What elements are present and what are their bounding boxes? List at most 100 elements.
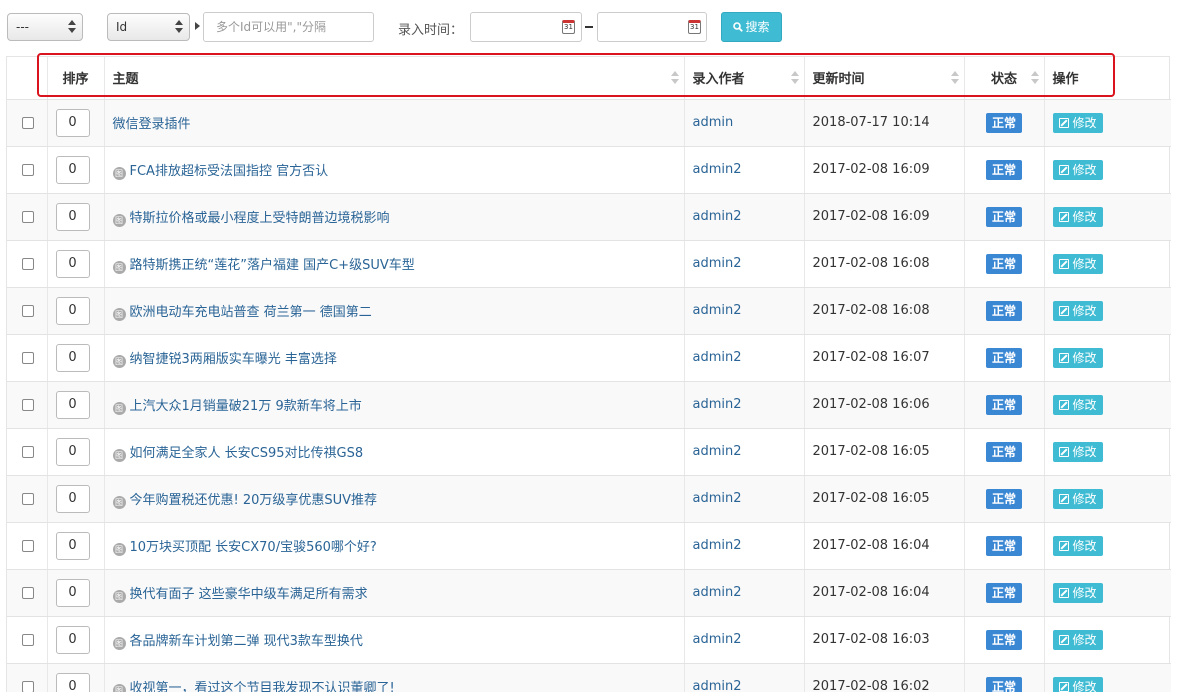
sort-icon[interactable] xyxy=(1030,71,1039,85)
author-link[interactable]: admin2 xyxy=(693,162,742,177)
status-badge[interactable]: 正常 xyxy=(985,488,1022,509)
order-input[interactable]: 0 xyxy=(55,625,90,654)
edit-button[interactable]: 修改 xyxy=(1052,535,1103,556)
edit-button[interactable]: 修改 xyxy=(1052,394,1103,415)
order-input[interactable]: 0 xyxy=(55,108,90,137)
order-input[interactable]: 0 xyxy=(55,578,90,607)
edit-button[interactable]: 修改 xyxy=(1052,441,1103,462)
author-link[interactable]: admin2 xyxy=(693,632,742,647)
order-input[interactable]: 0 xyxy=(55,672,90,692)
author-link[interactable]: admin xyxy=(693,115,734,130)
row-checkbox[interactable] xyxy=(22,163,34,176)
table-row: 0 图换代有面子 这些豪华中级车满足所有需求 admin2 2017-02-08 16… xyxy=(7,569,1171,617)
topic-column-header[interactable]: 主题 xyxy=(104,57,685,100)
author-cell: admin2 xyxy=(684,334,805,382)
row-checkbox[interactable] xyxy=(22,257,34,270)
row-checkbox[interactable] xyxy=(22,539,34,552)
status-badge[interactable]: 正常 xyxy=(985,629,1022,650)
topic-link[interactable]: 收视第一，看过这个节目我发现不认识董卿了! xyxy=(130,681,395,692)
search-button[interactable]: 搜索 xyxy=(721,12,782,42)
calendar-icon[interactable]: 31 xyxy=(688,20,701,34)
edit-button[interactable]: 修改 xyxy=(1052,300,1103,321)
status-badge[interactable]: 正常 xyxy=(985,112,1022,133)
row-checkbox[interactable] xyxy=(22,492,34,505)
updated-column-header[interactable]: 更新时间 xyxy=(804,57,965,100)
status-badge[interactable]: 正常 xyxy=(985,206,1022,227)
status-badge[interactable]: 正常 xyxy=(985,253,1022,274)
order-input[interactable]: 0 xyxy=(55,484,90,513)
sort-icon[interactable] xyxy=(670,71,679,85)
order-input[interactable]: 0 xyxy=(55,202,90,231)
topic-image-icon: 图 xyxy=(112,260,126,274)
status-column-header[interactable]: 状态 xyxy=(964,57,1045,100)
order-input[interactable]: 0 xyxy=(55,343,90,372)
author-link[interactable]: admin2 xyxy=(693,350,742,365)
order-input[interactable]: 0 xyxy=(55,155,90,184)
topic-link[interactable]: 10万块买顶配 长安CX70/宝骏560哪个好? xyxy=(130,540,377,555)
field-select[interactable]: Id xyxy=(107,13,190,41)
author-column-header[interactable]: 录入作者 xyxy=(684,57,805,100)
edit-icon xyxy=(1058,305,1069,316)
topic-link[interactable]: 欧洲电动车充电站普查 荷兰第一 德国第二 xyxy=(130,305,372,320)
row-checkbox[interactable] xyxy=(22,633,34,646)
topic-link[interactable]: 各品牌新车计划第二弹 现代3款车型换代 xyxy=(130,634,363,649)
order-input[interactable]: 0 xyxy=(55,437,90,466)
status-badge[interactable]: 正常 xyxy=(985,394,1022,415)
author-link[interactable]: admin2 xyxy=(693,538,742,553)
edit-button[interactable]: 修改 xyxy=(1052,676,1103,692)
status-badge[interactable]: 正常 xyxy=(985,441,1022,462)
date-to-input[interactable]: 31 xyxy=(597,12,707,42)
author-link[interactable]: admin2 xyxy=(693,397,742,412)
category-select[interactable]: --- xyxy=(7,13,83,41)
topic-link[interactable]: 特斯拉价格或最小程度上受特朗普边境税影响 xyxy=(130,211,390,226)
author-link[interactable]: admin2 xyxy=(693,585,742,600)
edit-button[interactable]: 修改 xyxy=(1052,347,1103,368)
status-badge[interactable]: 正常 xyxy=(985,347,1022,368)
status-badge[interactable]: 正常 xyxy=(985,582,1022,603)
id-input[interactable]: 多个Id可以用","分隔 xyxy=(203,12,374,42)
author-link[interactable]: admin2 xyxy=(693,209,742,224)
author-link[interactable]: admin2 xyxy=(693,444,742,459)
row-checkbox[interactable] xyxy=(22,351,34,364)
topic-link[interactable]: 微信登录插件 xyxy=(113,117,191,132)
row-checkbox[interactable] xyxy=(22,304,34,317)
order-input[interactable]: 0 xyxy=(55,249,90,278)
topic-link[interactable]: FCA排放超标受法国指控 官方否认 xyxy=(130,164,329,179)
topic-link[interactable]: 纳智捷锐3两厢版实车曝光 丰富选择 xyxy=(130,352,337,367)
topic-link[interactable]: 如何满足全家人 长安CS95对比传祺GS8 xyxy=(130,446,364,461)
status-badge[interactable]: 正常 xyxy=(985,300,1022,321)
edit-button[interactable]: 修改 xyxy=(1052,629,1103,650)
order-input[interactable]: 0 xyxy=(55,390,90,419)
topic-link[interactable]: 路特斯携正统“莲花”落户福建 国产C+级SUV车型 xyxy=(130,258,415,273)
author-link[interactable]: admin2 xyxy=(693,491,742,506)
calendar-icon[interactable]: 31 xyxy=(562,20,575,34)
order-column-header[interactable]: 排序 xyxy=(47,57,105,100)
status-badge[interactable]: 正常 xyxy=(985,535,1022,556)
edit-button[interactable]: 修改 xyxy=(1052,112,1103,133)
row-checkbox[interactable] xyxy=(22,680,34,692)
author-link[interactable]: admin2 xyxy=(693,256,742,271)
row-checkbox[interactable] xyxy=(22,586,34,599)
edit-button[interactable]: 修改 xyxy=(1052,206,1103,227)
edit-button[interactable]: 修改 xyxy=(1052,159,1103,180)
edit-button[interactable]: 修改 xyxy=(1052,582,1103,603)
date-from-input[interactable]: 31 xyxy=(470,12,582,42)
status-badge[interactable]: 正常 xyxy=(985,676,1022,692)
author-link[interactable]: admin2 xyxy=(693,303,742,318)
author-link[interactable]: admin2 xyxy=(693,679,742,692)
edit-button[interactable]: 修改 xyxy=(1052,253,1103,274)
status-badge[interactable]: 正常 xyxy=(985,159,1022,180)
sort-icon[interactable] xyxy=(950,71,959,85)
order-input[interactable]: 0 xyxy=(55,531,90,560)
topic-link[interactable]: 上汽大众1月销量破21万 9款新车将上市 xyxy=(130,399,362,414)
sort-icon[interactable] xyxy=(790,71,799,85)
row-checkbox[interactable] xyxy=(22,210,34,223)
topic-link[interactable]: 今年购置税还优惠! 20万级享优惠SUV推荐 xyxy=(130,493,378,508)
topic-link[interactable]: 换代有面子 这些豪华中级车满足所有需求 xyxy=(130,587,368,602)
edit-button[interactable]: 修改 xyxy=(1052,488,1103,509)
order-input[interactable]: 0 xyxy=(55,296,90,325)
row-checkbox[interactable] xyxy=(22,116,34,129)
row-checkbox[interactable] xyxy=(22,398,34,411)
row-checkbox[interactable] xyxy=(22,445,34,458)
table-row: 0 图路特斯携正统“莲花”落户福建 国产C+级SUV车型 admin2 2017-02… xyxy=(7,240,1171,288)
